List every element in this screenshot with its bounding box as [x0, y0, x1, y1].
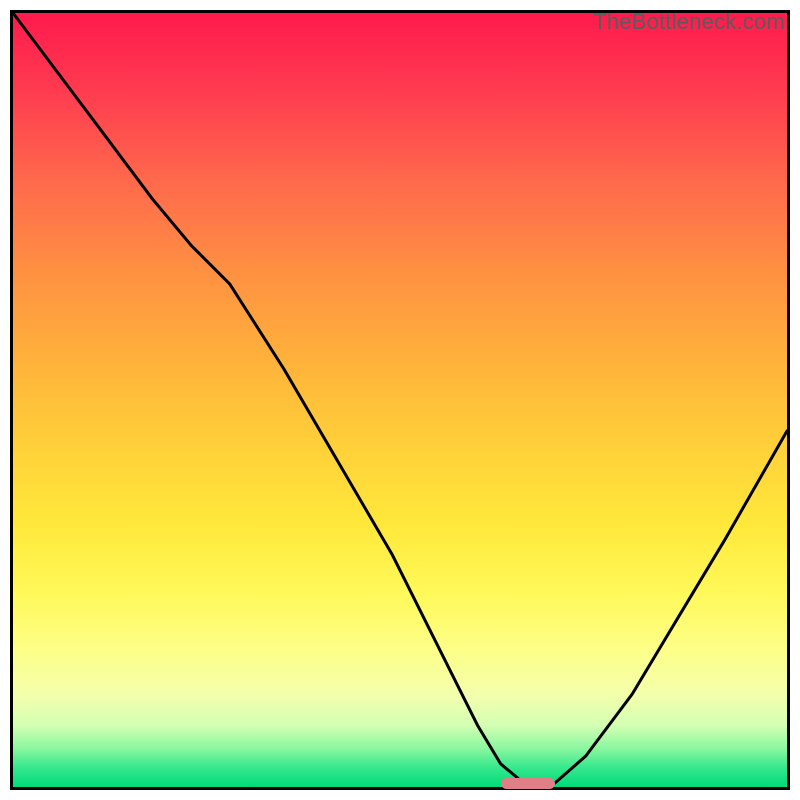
bottleneck-curve	[13, 13, 787, 787]
chart-frame: TheBottleneck.com	[10, 10, 790, 790]
optimal-marker	[501, 778, 555, 789]
